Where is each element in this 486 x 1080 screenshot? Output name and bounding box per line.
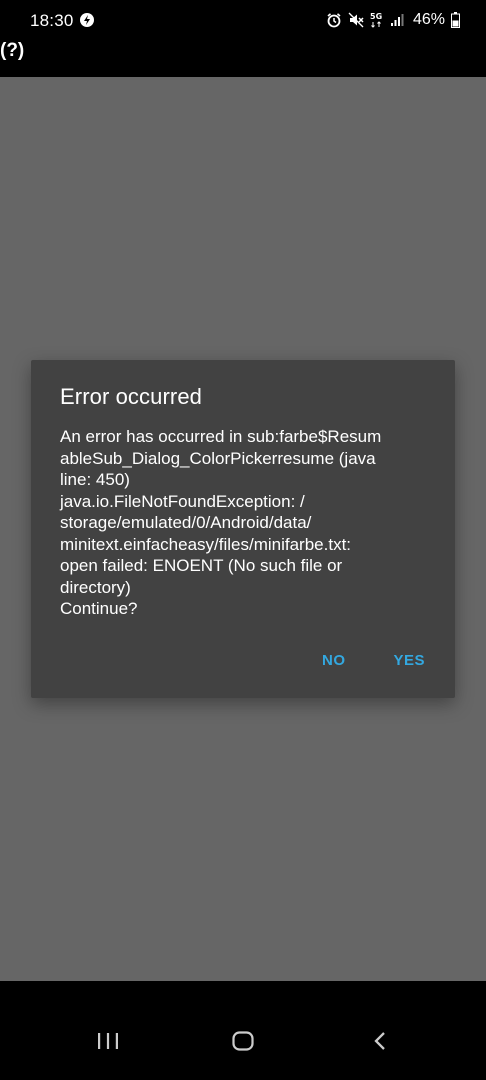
message-line: Continue? bbox=[60, 599, 138, 618]
battery-icon bbox=[451, 12, 460, 28]
alarm-icon bbox=[326, 12, 342, 28]
screen: 18:30 5G 46% (?) Error occurred An error… bbox=[0, 0, 486, 1080]
5g-icon: 5G bbox=[370, 11, 384, 29]
signal-icon bbox=[390, 13, 404, 27]
recent-apps-icon[interactable] bbox=[88, 1021, 128, 1061]
message-line: directory) bbox=[60, 577, 131, 597]
dialog-title: Error occurred bbox=[60, 384, 202, 409]
message-line: minitext.einfacheasy/files/minifarbe.txt… bbox=[60, 534, 352, 554]
message-line: line: 450) bbox=[60, 470, 130, 489]
back-icon[interactable] bbox=[360, 1021, 400, 1061]
app-title: (?) bbox=[0, 40, 25, 61]
error-dialog: Error occurred An error has occurred in … bbox=[31, 360, 455, 698]
svg-text:5G: 5G bbox=[370, 12, 382, 21]
status-icons: 5G 46% bbox=[326, 10, 460, 30]
home-icon[interactable] bbox=[223, 1021, 263, 1061]
message-line: An error has occurred in sub:farbe$Resum bbox=[60, 427, 382, 446]
status-bar: 18:30 5G 46% bbox=[0, 0, 486, 40]
message-line: storage/emulated/0/Android/data/ bbox=[60, 513, 312, 532]
dialog-buttons: NO YES bbox=[318, 648, 429, 673]
message-line: java.io.FileNotFoundException: / bbox=[60, 491, 305, 511]
message-line: ableSub_Dialog_ColorPickerresume (java bbox=[60, 448, 376, 468]
app-bar: (?) bbox=[0, 40, 486, 77]
data-saver-icon bbox=[79, 12, 95, 28]
mute-icon bbox=[348, 12, 364, 28]
dialog-message: An error has occurred in sub:farbe$Resum… bbox=[60, 426, 420, 620]
battery-percent: 46% bbox=[412, 11, 445, 28]
status-time: 18:30 bbox=[30, 11, 74, 30]
no-button[interactable]: NO bbox=[318, 648, 350, 673]
navigation-bar bbox=[0, 981, 486, 1080]
yes-button[interactable]: YES bbox=[389, 648, 429, 673]
message-line: open failed: ENOENT (No such file or bbox=[60, 556, 343, 575]
